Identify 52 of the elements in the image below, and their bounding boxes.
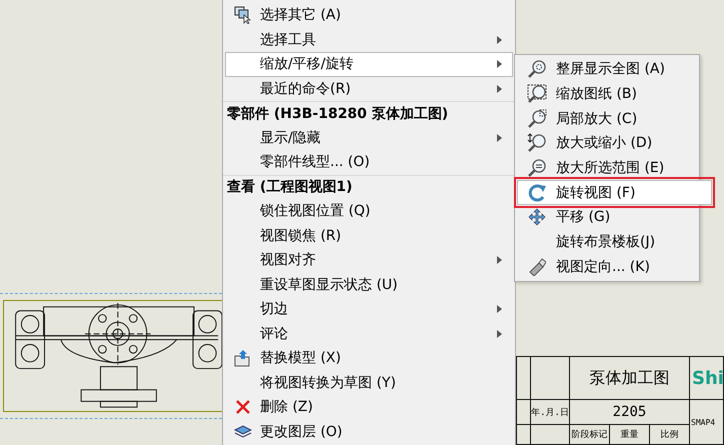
flashlight-icon — [528, 258, 546, 276]
menu-item[interactable]: 零部件线型... (O) — [225, 150, 513, 174]
table-cell: 年.月.日 — [531, 400, 570, 425]
menu-item[interactable]: 平移 (G) — [517, 205, 697, 230]
menu-item[interactable]: 旋转视图 (F) — [517, 180, 712, 206]
menu-item[interactable]: 放大或缩小 (D) — [517, 131, 697, 156]
magnifier-icon — [527, 59, 547, 80]
table-cell: 比例 — [649, 425, 689, 444]
rotate-icon — [527, 182, 547, 203]
menu-item[interactable]: 旋转布景楼板(J) — [517, 230, 697, 254]
table-cell-text: 阶段标记 — [570, 428, 608, 442]
menu-item[interactable]: 将视图转换为草图 (Y) — [225, 370, 513, 395]
drawing-title: 泵体加工图 — [570, 357, 690, 400]
menu-item[interactable]: 整屏显示全图 (A) — [517, 57, 697, 82]
submenu-arrow-icon — [497, 256, 502, 264]
submenu-arrow-icon — [497, 330, 502, 338]
menu-item[interactable]: 缩放图纸 (B) — [517, 82, 697, 106]
magnifier-icon — [527, 133, 547, 154]
magnifier-icon — [527, 158, 547, 178]
submenu-arrow-icon — [497, 84, 502, 93]
menu-item[interactable]: 放大所选范围 (E) — [517, 156, 697, 180]
menu-item[interactable]: 更改图层 (O) — [225, 420, 513, 444]
menu-item[interactable]: 视图锁焦 (R) — [225, 224, 513, 248]
menu-item[interactable]: 锁住视图位置 (Q) — [225, 199, 513, 224]
drawing-code: SMAP4 — [690, 400, 724, 445]
menu-item[interactable]: 缩放/平移/旋转 — [225, 52, 513, 76]
table-cell: 重量 — [609, 425, 649, 444]
menu-item[interactable]: 选择其它 (A) — [225, 3, 513, 28]
menu-item[interactable]: 替换模型 (X) — [225, 346, 513, 370]
menu-item[interactable]: 局部放大 (C) — [517, 106, 697, 132]
folder-arrow-icon — [234, 349, 252, 368]
company-logo: Shi — [690, 357, 724, 400]
submenu-arrow-icon — [497, 60, 502, 68]
menu-item[interactable]: 最近的命令(R) — [225, 76, 513, 101]
menu-item[interactable]: 评论 — [225, 322, 513, 346]
menu-item[interactable]: 视图定向... (K) — [517, 254, 697, 280]
submenu-arrow-icon — [497, 305, 502, 314]
menu-item[interactable]: 视图对齐 — [225, 248, 513, 272]
menu-item[interactable]: 重设草图显示状态 (U) — [225, 272, 513, 297]
drawing-number: 2205 — [570, 400, 690, 425]
menu-item[interactable]: 选择工具 — [225, 28, 513, 52]
menu-item[interactable]: 删除 (Z) — [225, 395, 513, 420]
windows-icon — [234, 6, 252, 24]
move-arrows-icon — [528, 208, 546, 226]
layers-icon — [234, 424, 252, 439]
submenu-arrow-icon — [497, 134, 502, 142]
submenu-arrow-icon — [497, 36, 502, 44]
magnifier-icon — [527, 84, 547, 104]
delete-icon — [235, 399, 251, 416]
menu-item[interactable]: 切边 — [225, 297, 513, 322]
magnifier-icon — [527, 108, 547, 129]
menu-item[interactable]: 显示/隐藏 — [225, 126, 513, 150]
